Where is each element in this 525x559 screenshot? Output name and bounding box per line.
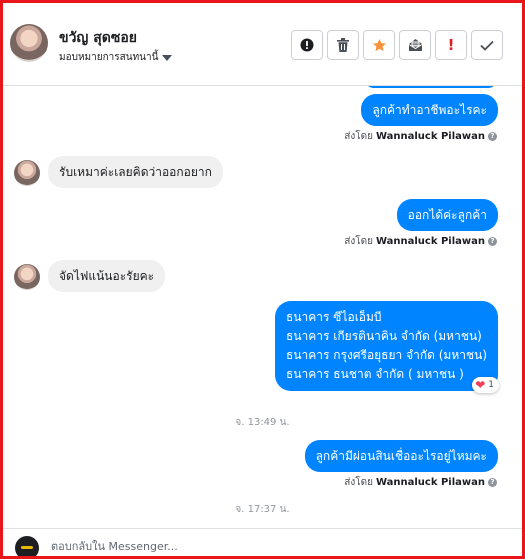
trash-icon bbox=[337, 38, 349, 52]
message-line: ธนาคาร ธนชาต จำกัด ( มหาชน ) bbox=[286, 367, 464, 381]
reply-input[interactable] bbox=[51, 537, 351, 555]
message-text: รับเหมาค่ะเลยคิดว่าออกอยาก bbox=[59, 165, 212, 179]
contact-avatar-small bbox=[14, 264, 40, 290]
message-line: ธนาคาร กรุงศรีอยุธยา จำกัด (มหาชน) bbox=[286, 348, 487, 362]
heart-icon: ❤ bbox=[475, 378, 486, 392]
message-bubble-incoming[interactable]: รับเหมาค่ะเลยคิดว่าออกอยาก bbox=[48, 156, 223, 188]
message-text: จัดไฟแน้นอะรัยคะ bbox=[59, 269, 155, 283]
question-icon[interactable]: ? bbox=[488, 478, 497, 487]
message-bubble-outgoing[interactable]: ลูกค้าทำอาชีพอะไรคะ bbox=[361, 94, 498, 126]
sent-by-prefix: ส่งโดย bbox=[344, 477, 373, 488]
reply-composer bbox=[3, 528, 522, 556]
reaction-count: 1 bbox=[488, 380, 494, 390]
sent-by-label: ส่งโดย Wannaluck Pilawan ? bbox=[344, 129, 497, 144]
question-icon[interactable]: ? bbox=[488, 132, 497, 141]
exclamation-circle-icon bbox=[300, 38, 314, 52]
mark-unread-button[interactable] bbox=[399, 30, 431, 60]
header-actions: ! bbox=[291, 30, 503, 60]
sent-by-label: ส่งโดย Wannaluck Pilawan ? bbox=[344, 475, 497, 490]
message-bubble-outgoing[interactable]: ลูกค้ามีผ่อนสินเชื่ออะไรอยู่ไหมคะ bbox=[304, 440, 498, 472]
reaction-badge[interactable]: ❤ 1 bbox=[472, 377, 499, 393]
delete-button[interactable] bbox=[327, 30, 359, 60]
check-icon bbox=[480, 40, 494, 51]
contact-name[interactable]: ขวัญ สุดซอย bbox=[59, 27, 137, 49]
message-thread[interactable]: ลูกค้าทำอาชีพอะไรคะ ส่งโดย Wannaluck Pil… bbox=[3, 86, 522, 528]
sent-by-prefix: ส่งโดย bbox=[344, 131, 373, 142]
report-button[interactable] bbox=[291, 30, 323, 60]
sent-by-prefix: ส่งโดย bbox=[344, 236, 373, 247]
timestamp: จ. 17:37 น. bbox=[235, 504, 290, 515]
message-bubble-outgoing-partial[interactable] bbox=[364, 86, 498, 88]
contact-avatar-small bbox=[14, 160, 40, 186]
message-bubble-outgoing[interactable]: ออกได้ค่ะลูกค้า bbox=[396, 199, 498, 231]
question-icon[interactable]: ? bbox=[488, 237, 497, 246]
message-bubble-incoming[interactable]: จัดไฟแน้นอะรัยคะ bbox=[48, 260, 166, 292]
messenger-inbox-window: ขวัญ สุดซอย มอบหมายการสนทนานี้ ! ลูกค้าท… bbox=[0, 0, 525, 559]
spam-button[interactable]: ! bbox=[435, 30, 467, 60]
sender-name: Wannaluck Pilawan bbox=[375, 131, 485, 142]
sender-name: Wannaluck Pilawan bbox=[375, 236, 485, 247]
message-text: ออกได้ค่ะลูกค้า bbox=[407, 208, 487, 222]
timestamp: จ. 13:49 น. bbox=[235, 417, 290, 428]
star-button[interactable] bbox=[363, 30, 395, 60]
message-line: ธนาคาร ซีไอเอ็มบี bbox=[286, 310, 382, 324]
spam-label: ! bbox=[447, 36, 455, 54]
sender-name: Wannaluck Pilawan bbox=[375, 477, 485, 488]
message-text: ลูกค้าทำอาชีพอะไรคะ bbox=[372, 103, 487, 117]
message-text: ลูกค้ามีผ่อนสินเชื่ออะไรอยู่ไหมคะ bbox=[315, 449, 487, 463]
message-line: ธนาคาร เกียรตินาคิน จำกัด (มหาชน) bbox=[286, 329, 482, 343]
envelope-open-icon bbox=[408, 39, 422, 51]
message-bubble-outgoing-multiline[interactable]: ธนาคาร ซีไอเอ็มบี ธนาคาร เกียรตินาคิน จำ… bbox=[275, 301, 498, 391]
conversation-header: ขวัญ สุดซอย มอบหมายการสนทนานี้ ! bbox=[3, 3, 522, 86]
done-button[interactable] bbox=[471, 30, 503, 60]
sent-by-label: ส่งโดย Wannaluck Pilawan ? bbox=[344, 234, 497, 249]
page-avatar bbox=[15, 536, 39, 556]
assign-conversation-dropdown[interactable]: มอบหมายการสนทนานี้ bbox=[59, 50, 173, 65]
star-icon bbox=[372, 38, 386, 51]
caret-down-icon bbox=[162, 54, 173, 61]
contact-avatar[interactable] bbox=[10, 24, 48, 62]
assign-label: มอบหมายการสนทนานี้ bbox=[59, 52, 159, 63]
